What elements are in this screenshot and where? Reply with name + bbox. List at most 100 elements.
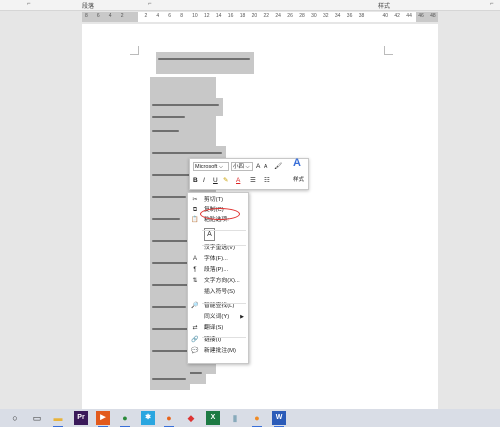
mini-toolbar: Microsoft ⌵ 小四 ⌵ A A 🖌 A B I U ✎ A ☰ ☷ 样… (189, 158, 309, 190)
ruler-tick: 8 (85, 13, 88, 19)
text-line[interactable] (152, 218, 180, 220)
context-menu-item[interactable]: A 字体(F)... (188, 254, 248, 264)
text-line[interactable] (152, 174, 190, 176)
styles-group-launcher-icon[interactable]: ⌐ (490, 1, 494, 7)
styles-label: 样式 (293, 177, 305, 183)
context-menu-item[interactable]: 同义词(Y) ▶ (188, 312, 248, 322)
task-view-icon[interactable]: ▭ (30, 411, 44, 425)
context-menu-item[interactable]: ⇄ 翻译(S) (188, 323, 248, 333)
search-icon: 🔎 (191, 303, 199, 309)
document-page[interactable] (82, 24, 438, 409)
text-line[interactable] (152, 378, 186, 380)
ruler-tick: 2 (120, 13, 124, 19)
ruler-tick: 48 (430, 13, 436, 19)
link-icon: 🔗 (191, 337, 199, 343)
selected-line-highlight (150, 190, 190, 208)
ruler-tick: 12 (204, 13, 210, 19)
menu-separator (202, 245, 246, 246)
context-menu-label: 段落(P)... (204, 267, 229, 273)
font-size-value: 小四 (233, 164, 245, 170)
ruler-tick: 28 (299, 13, 305, 19)
media-player-icon[interactable]: ▶ (96, 411, 110, 427)
menu-separator (202, 303, 246, 304)
grow-font-button[interactable]: A (256, 162, 260, 171)
bullets-icon[interactable]: ☰ (250, 176, 256, 185)
ruler-tick: 44 (406, 13, 412, 19)
selected-line-highlight (150, 372, 190, 390)
ruler-tick: 8 (180, 13, 183, 19)
horizontal-ruler[interactable]: 8 6 4 2 2 4 6 8 10 12 14 16 18 20 22 24 26 28 30 32 34 36 38 40… (82, 12, 438, 22)
bold-button[interactable]: B (193, 176, 198, 185)
ruler-tick: 14 (215, 13, 222, 19)
ruler-tick: 24 (275, 13, 281, 19)
context-menu-item[interactable]: ⇅ 文字方向(X)... (188, 276, 248, 286)
selected-line-highlight (150, 300, 190, 318)
styles-icon[interactable]: A (293, 158, 301, 169)
text-line[interactable] (158, 58, 250, 60)
text-line[interactable] (152, 152, 222, 154)
context-menu-label: 翻译(S) (204, 325, 224, 331)
italic-button[interactable]: I (203, 176, 205, 185)
text-line[interactable] (152, 196, 186, 198)
context-menu-label: 剪切(T) (204, 197, 223, 203)
ruler-tick: 42 (394, 13, 400, 19)
margin-corner-top-right (384, 46, 393, 55)
ruler-tick: 6 (168, 13, 172, 19)
pinwheel-icon[interactable]: ✱ (141, 411, 155, 425)
font-group-launcher-icon[interactable]: ⌐ (27, 1, 31, 7)
ribbon-group-labels: ⌐ 段落 ⌐ 样式 ⌐ (0, 0, 500, 11)
font-name-box[interactable]: Microsoft ⌵ (193, 162, 229, 171)
ruler-tick: 36 (346, 13, 353, 19)
paste-icon: 📋 (191, 217, 199, 223)
format-painter-icon[interactable]: 🖌 (274, 162, 282, 171)
font-size-box[interactable]: 小四 ⌵ (231, 162, 253, 171)
paragraph-group-label: 段落 (82, 4, 95, 10)
numbering-icon[interactable]: ☷ (264, 176, 270, 185)
font-icon: A (192, 256, 197, 262)
context-menu-item[interactable]: 💬 新建批注(M) (188, 346, 248, 356)
underline-button[interactable]: U (213, 176, 218, 185)
premiere-icon[interactable]: Pr (74, 411, 88, 425)
word-icon[interactable]: W (272, 411, 286, 427)
browser-icon[interactable]: ● (250, 411, 264, 427)
font-color-button[interactable]: A (236, 176, 240, 185)
text-line[interactable] (152, 104, 219, 106)
ruler-margin-left (0, 12, 82, 22)
context-menu-label: 字体(F)... (204, 256, 228, 262)
highlight-icon[interactable]: ✎ (223, 176, 228, 185)
context-menu-item[interactable]: ✂ 剪切(T) (188, 195, 248, 205)
text-direction-icon: ⇅ (192, 278, 198, 284)
font-name-value: Microsoft (195, 164, 218, 170)
translate-icon: ⇄ (192, 325, 198, 331)
chrome-icon[interactable]: ● (118, 411, 132, 427)
text-line[interactable] (152, 130, 179, 132)
scissors-icon: ✂ (192, 197, 198, 203)
firefox-icon[interactable]: ● (162, 411, 176, 427)
menu-separator (202, 230, 246, 231)
excel-icon[interactable]: X (206, 411, 220, 425)
ruler-tick: 32 (323, 13, 329, 19)
taskbar: ○ ▭ ▬ Pr ▶ ● ✱ ● ◆ X ▮ ● W (0, 409, 500, 427)
context-menu-item[interactable]: ¶ 段落(P)... (188, 265, 248, 275)
file-explorer-icon[interactable]: ▬ (51, 411, 65, 427)
context-menu-label: 插入符号(S) (204, 289, 235, 295)
ruler-tick: 40 (382, 13, 389, 19)
ruler-tick: 34 (334, 13, 341, 19)
context-menu-label: 新建批注(M) (204, 348, 236, 354)
context-menu-item[interactable]: 插入符号(S) (188, 287, 248, 297)
margin-corner-top-left (130, 46, 139, 55)
notes-icon[interactable]: ▮ (228, 411, 242, 425)
paragraph-group-launcher-icon[interactable]: ⌐ (148, 1, 152, 7)
copy-icon: ⧉ (192, 207, 198, 213)
start-icon[interactable]: ○ (8, 411, 22, 425)
maps-icon[interactable]: ◆ (184, 411, 198, 425)
copy-highlight-circle (200, 208, 240, 220)
ruler-tick: 18 (239, 13, 246, 19)
text-line[interactable] (152, 116, 185, 118)
styles-group-label: 样式 (378, 4, 391, 10)
ruler-tick: 38 (358, 13, 365, 19)
text-line[interactable] (152, 306, 186, 308)
selected-line-highlight (150, 168, 194, 186)
context-menu-label: 文字方向(X)... (204, 278, 240, 284)
shrink-font-button[interactable]: A (264, 163, 267, 172)
